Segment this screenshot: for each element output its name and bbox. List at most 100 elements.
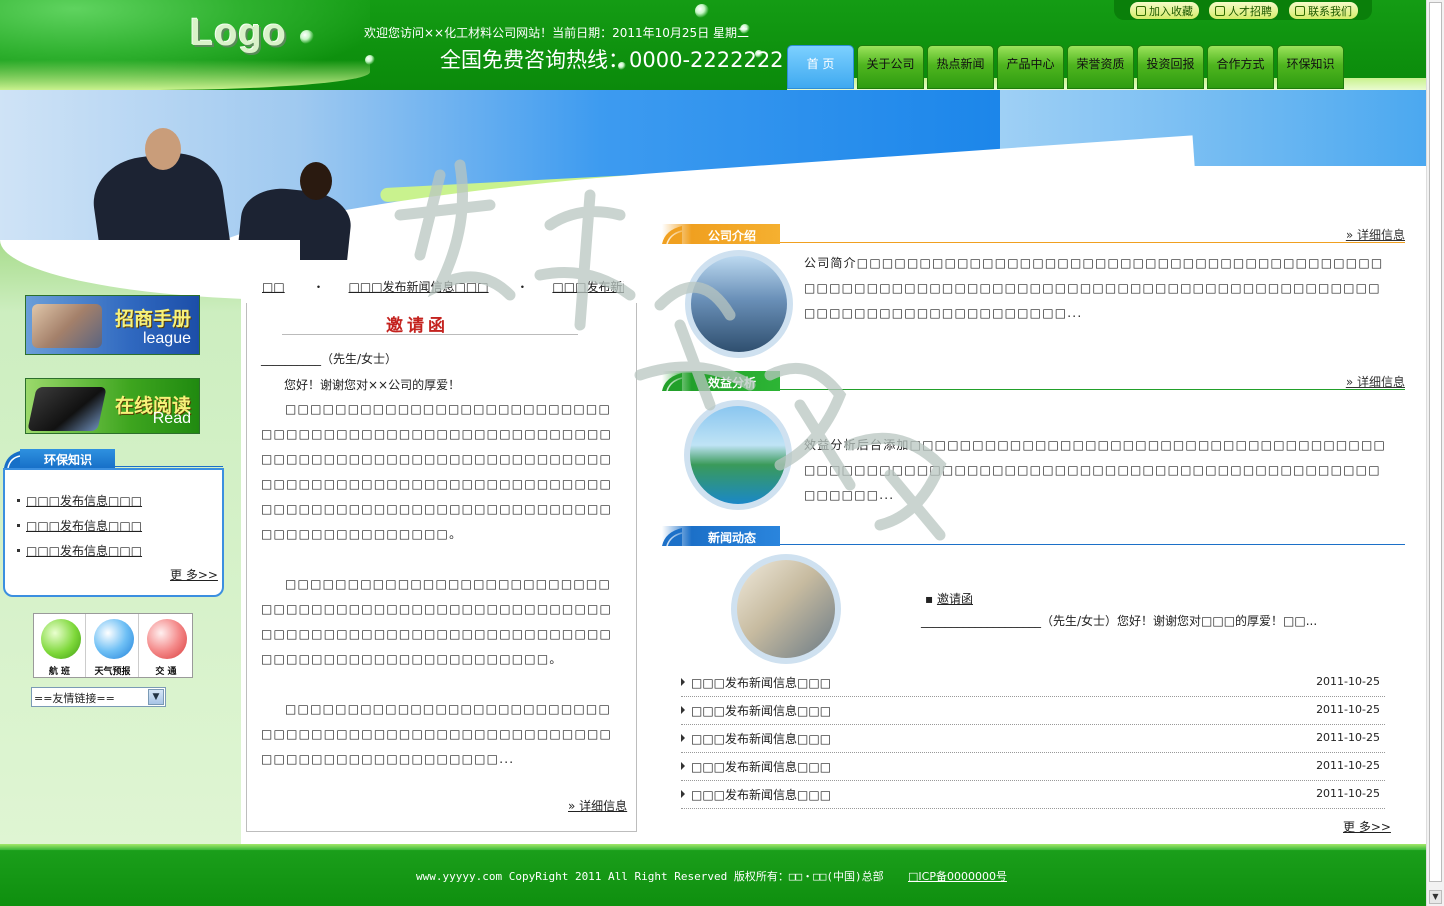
env-list-item[interactable]: □□□发布信息□□□ bbox=[17, 542, 142, 559]
env-list-item[interactable]: □□□发布信息□□□ bbox=[17, 517, 142, 534]
news-row[interactable]: □□□发布新闻信息□□□ 2011-10-25 bbox=[681, 725, 1385, 753]
news-title: 新闻动态 bbox=[662, 526, 780, 546]
scroll-down-icon[interactable]: ▼ bbox=[1429, 890, 1442, 904]
triangle-bullet-icon bbox=[681, 762, 685, 770]
marquee-dot: ・ bbox=[312, 280, 325, 294]
nav-products[interactable]: 产品中心 bbox=[997, 45, 1064, 89]
businesswoman-head bbox=[300, 162, 332, 200]
quick-icons-panel: 航 班 天气预报 交 通 bbox=[33, 613, 193, 678]
nav-investment[interactable]: 投资回报 bbox=[1137, 45, 1204, 89]
invitation-more-link[interactable]: » 详细信息 bbox=[568, 797, 627, 814]
about-more-link[interactable]: » 详细信息 bbox=[1346, 226, 1405, 243]
flights-label: 航 班 bbox=[48, 667, 71, 677]
about-title: 公司介绍 bbox=[662, 224, 780, 244]
news-row-title[interactable]: □□□发布新闻信息□□□ bbox=[691, 702, 831, 719]
bubble-decoration bbox=[695, 4, 709, 18]
about-section-header: 公司介绍 » 详细信息 bbox=[662, 224, 1405, 244]
nav-cooperation[interactable]: 合作方式 bbox=[1207, 45, 1274, 89]
newspaper-photo bbox=[731, 554, 841, 664]
nav-hot-news[interactable]: 热点新闻 bbox=[927, 45, 994, 89]
news-row-date: 2011-10-25 bbox=[1316, 759, 1380, 772]
welcome-text: 欢迎您访问××化工材料公司网站！当前日期：2011年10月25日 星期二 bbox=[364, 26, 750, 40]
businessman-head bbox=[145, 128, 181, 170]
online-read-button[interactable]: 在线阅读 Read bbox=[25, 378, 200, 434]
icp-link[interactable]: □ICP备0000000号 bbox=[908, 868, 1007, 884]
handshake-image bbox=[32, 304, 102, 348]
news-section-header: 新闻动态 bbox=[662, 526, 1405, 546]
laptop-image bbox=[27, 387, 107, 431]
invitation-title: 邀请函 bbox=[386, 316, 449, 336]
marquee-item[interactable]: □□ bbox=[262, 280, 285, 294]
marquee-item[interactable]: □□□发布新闻信息 bbox=[552, 280, 624, 294]
news-marquee: □□ ・ □□□发布新闻信息□□□ ・ □□□发布新闻信息 bbox=[262, 278, 624, 294]
benefit-text: 效益分析后台添加□□□□□□□□□□□□□□□□□□□□□□□□□□□□□□□□… bbox=[804, 438, 1387, 502]
add-favorite-label: 加入收藏 bbox=[1149, 5, 1193, 18]
news-row[interactable]: □□□发布新闻信息□□□ 2011-10-25 bbox=[681, 753, 1385, 781]
env-item-link[interactable]: □□□发布信息□□□ bbox=[26, 494, 142, 508]
invitation-greeting: 您好！谢谢您对××公司的厚爱！ bbox=[284, 378, 461, 392]
add-favorite-link[interactable]: 加入收藏 bbox=[1130, 2, 1199, 19]
featured-news[interactable]: ▪ 邀请函 bbox=[925, 590, 973, 607]
env-list-item[interactable]: □□□发布信息□□□ bbox=[17, 492, 142, 509]
news-row-date: 2011-10-25 bbox=[1316, 787, 1380, 800]
resort-photo bbox=[684, 400, 792, 510]
nav-environment[interactable]: 环保知识 bbox=[1277, 45, 1344, 89]
env-more-link[interactable]: 更 多>> bbox=[170, 566, 218, 583]
recruitment-label: 人才招聘 bbox=[1228, 5, 1272, 18]
chevron-down-icon[interactable]: ▼ bbox=[148, 689, 164, 705]
benefit-more-link[interactable]: » 详细信息 bbox=[1346, 373, 1405, 390]
triangle-bullet-icon bbox=[681, 706, 685, 714]
vertical-scrollbar[interactable]: ▼ bbox=[1426, 0, 1444, 906]
featured-news-link[interactable]: 邀请函 bbox=[937, 592, 973, 606]
scrollbar-thumb[interactable] bbox=[1429, 2, 1442, 882]
env-item-link[interactable]: □□□发布信息□□□ bbox=[26, 544, 142, 558]
bullet: ▪ bbox=[925, 592, 937, 606]
traffic-button[interactable]: 交 通 bbox=[140, 614, 192, 677]
news-row[interactable]: □□□发布新闻信息□□□ 2011-10-25 bbox=[681, 697, 1385, 725]
news-title-line bbox=[780, 544, 1405, 545]
news-more-link[interactable]: 更 多>> bbox=[1343, 818, 1391, 835]
marquee-dot: ・ bbox=[516, 280, 529, 294]
invitation-title-line bbox=[282, 334, 578, 335]
invitation-paragraph: □□□□□□□□□□□□□□□□□□□□□□□□□□□□□□□□□□□□□□□□… bbox=[261, 577, 613, 666]
nav-home[interactable]: 首 页 bbox=[787, 45, 854, 89]
read-sub: Read bbox=[152, 410, 191, 427]
news-row-date: 2011-10-25 bbox=[1316, 675, 1380, 688]
site-logo[interactable]: Logo bbox=[190, 12, 287, 55]
benefit-title-line bbox=[780, 389, 1405, 390]
contact-link[interactable]: 联系我们 bbox=[1289, 2, 1358, 19]
bubble-decoration bbox=[300, 30, 314, 44]
nav-about[interactable]: 关于公司 bbox=[857, 45, 924, 89]
invitation-salute: __________（先生/女士） bbox=[261, 352, 398, 366]
people-icon bbox=[1215, 6, 1225, 16]
contact-icon bbox=[1295, 6, 1305, 16]
league-title: 招商手册 bbox=[114, 308, 191, 330]
news-row[interactable]: □□□发布新闻信息□□□ 2011-10-25 bbox=[681, 781, 1385, 809]
friend-links-select[interactable]: ==友情链接== ▼ bbox=[31, 687, 166, 707]
weather-label: 天气预报 bbox=[94, 667, 131, 677]
bullet bbox=[17, 549, 20, 552]
triangle-bullet-icon bbox=[681, 790, 685, 798]
env-item-link[interactable]: □□□发布信息□□□ bbox=[26, 519, 142, 533]
news-row-title[interactable]: □□□发布新闻信息□□□ bbox=[691, 786, 831, 803]
top-links-bar: 加入收藏 人才招聘 联系我们 bbox=[1114, 0, 1372, 20]
recruitment-link[interactable]: 人才招聘 bbox=[1209, 2, 1278, 19]
news-row-title[interactable]: □□□发布新闻信息□□□ bbox=[691, 758, 831, 775]
section-flag-icon bbox=[4, 451, 20, 468]
about-text: 公司简介□□□□□□□□□□□□□□□□□□□□□□□□□□□□□□□□□□□□… bbox=[804, 256, 1384, 320]
hotline-text: 全国免费咨询热线：0000-2222222 bbox=[440, 48, 784, 72]
nav-honors[interactable]: 荣誉资质 bbox=[1067, 45, 1134, 89]
news-row-date: 2011-10-25 bbox=[1316, 731, 1380, 744]
invitation-paragraph: □□□□□□□□□□□□□□□□□□□□□□□□□□□□□□□□□□□□□□□□… bbox=[261, 702, 613, 766]
bubble-decoration bbox=[365, 55, 375, 65]
about-title-line bbox=[780, 242, 1405, 243]
league-sub: league bbox=[142, 330, 191, 347]
weather-button[interactable]: 天气预报 bbox=[87, 614, 139, 677]
league-manual-button[interactable]: 招商手册 league bbox=[25, 295, 200, 355]
flights-button[interactable]: 航 班 bbox=[34, 614, 86, 677]
news-row-title[interactable]: □□□发布新闻信息□□□ bbox=[691, 730, 831, 747]
marquee-item[interactable]: □□□发布新闻信息□□□ bbox=[349, 280, 489, 294]
news-row[interactable]: □□□发布新闻信息□□□ 2011-10-25 bbox=[681, 669, 1385, 697]
news-row-date: 2011-10-25 bbox=[1316, 703, 1380, 716]
news-row-title[interactable]: □□□发布新闻信息□□□ bbox=[691, 674, 831, 691]
